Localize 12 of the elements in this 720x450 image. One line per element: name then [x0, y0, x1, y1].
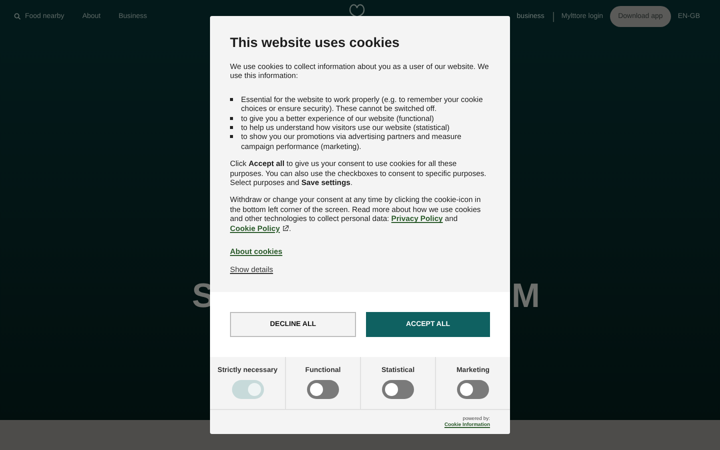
toggle-switch[interactable]: [457, 380, 489, 399]
toggle-switch[interactable]: [382, 380, 414, 399]
dialog-title: This website uses cookies: [230, 34, 401, 52]
logo-icon[interactable]: [347, 2, 367, 18]
hero-heading: M: [512, 279, 540, 313]
bullet-icon: [230, 116, 233, 120]
bullet-icon: [230, 126, 233, 130]
bullet-icon: [230, 135, 233, 138]
search-icon: [14, 13, 21, 20]
bullet-icon: [230, 98, 233, 101]
external-link-icon: [282, 225, 289, 232]
toggle-switch[interactable]: [307, 380, 339, 399]
